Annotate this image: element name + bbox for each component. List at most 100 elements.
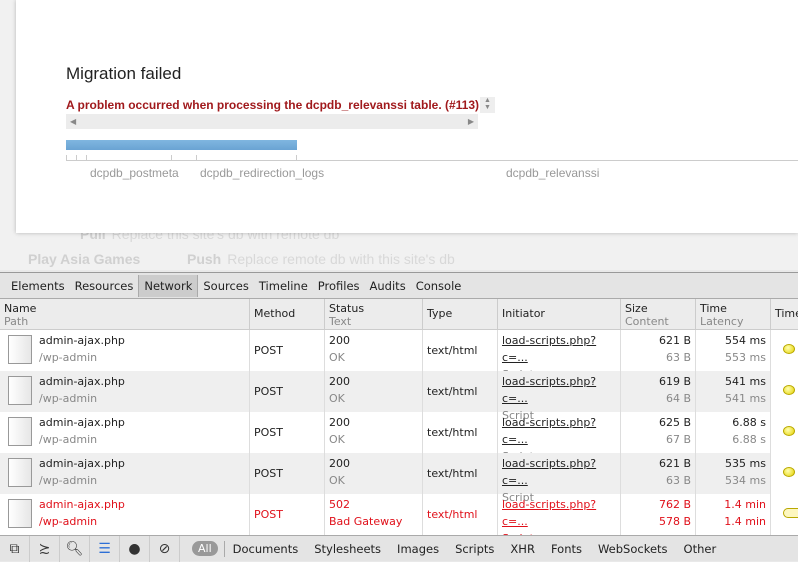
filter-fonts[interactable]: Fonts (543, 542, 590, 556)
col-timeline[interactable]: Time (770, 299, 798, 329)
time-cell: 541 ms 541 ms (695, 371, 770, 412)
table-row[interactable]: admin-ajax.php/wp-admin POST 200 OK text/… (0, 412, 798, 463)
network-status-bar: ⧉ ≿ 🔍︎ ☰ ● ⊘ All Documents Stylesheets Ima… (0, 535, 798, 562)
method-cell: POST (249, 412, 324, 453)
timeline-cell (770, 453, 798, 494)
status-cell: 502 Bad Gateway (324, 494, 422, 535)
status-text: OK (329, 351, 345, 364)
col-status[interactable]: Status Text (324, 299, 422, 329)
type-cell: text/html (422, 330, 497, 371)
name-cell[interactable]: admin-ajax.php/wp-admin (0, 412, 249, 453)
progress-bar (66, 140, 297, 150)
timeline-cell (770, 371, 798, 412)
request-name: admin-ajax.php (39, 375, 125, 388)
timeline-bar (783, 385, 795, 395)
name-cell[interactable]: admin-ajax.php/wp-admin (0, 494, 249, 535)
table-label: dcpdb_relevanssi (506, 166, 600, 180)
size-cell: 762 B 578 B (620, 494, 695, 535)
filter-other[interactable]: Other (676, 542, 725, 556)
initiator-link[interactable]: load-scripts.php?c=... (502, 375, 596, 405)
status-text: Bad Gateway (329, 515, 403, 528)
initiator-link[interactable]: load-scripts.php?c=... (502, 416, 596, 446)
name-cell[interactable]: admin-ajax.php/wp-admin (0, 330, 249, 371)
file-icon (8, 417, 32, 446)
filter-scripts[interactable]: Scripts (447, 542, 502, 556)
request-name: admin-ajax.php (39, 498, 125, 511)
time-cell: 535 ms 534 ms (695, 453, 770, 494)
tab-resources[interactable]: Resources (70, 275, 139, 297)
horizontal-scrollbar[interactable]: ◀ ▶ (66, 114, 478, 129)
tab-network[interactable]: Network (138, 274, 199, 297)
latency: 1.4 min (724, 515, 766, 528)
initiator-cell: load-scripts.php?c=...Script (497, 494, 620, 545)
initiator-cell: load-scripts.php?c=...Script (497, 371, 620, 422)
list-view-icon[interactable]: ☰ (90, 535, 120, 562)
table-row[interactable]: admin-ajax.php/wp-admin POST 200 OK text/… (0, 371, 798, 422)
filter-documents[interactable]: Documents (225, 542, 307, 556)
file-icon (8, 458, 32, 487)
col-time[interactable]: Time Latency (695, 299, 770, 329)
col-type[interactable]: Type (422, 299, 497, 329)
size: 621 B (658, 334, 691, 347)
table-row[interactable]: admin-ajax.php/wp-admin POST 200 OK text/… (0, 330, 798, 381)
initiator-link[interactable]: load-scripts.php?c=... (502, 498, 596, 528)
size: 621 B (658, 457, 691, 470)
status-text: OK (329, 433, 345, 446)
record-icon[interactable]: ● (120, 535, 150, 562)
tab-profiles[interactable]: Profiles (313, 275, 365, 297)
initiator-link[interactable]: load-scripts.php?c=... (502, 334, 596, 364)
dock-icon[interactable]: ⧉ (0, 535, 30, 562)
file-icon (8, 376, 32, 405)
timeline-cell (770, 330, 798, 371)
status-cell: 200 OK (324, 453, 422, 494)
timeline-bar (783, 467, 795, 477)
tab-timeline[interactable]: Timeline (254, 275, 313, 297)
vertical-scroll-arrows[interactable]: ▲ ▼ (480, 97, 495, 113)
name-cell[interactable]: admin-ajax.php/wp-admin (0, 453, 249, 494)
method-cell: POST (249, 371, 324, 412)
filter-websockets[interactable]: WebSockets (590, 542, 676, 556)
tab-console[interactable]: Console (411, 275, 467, 297)
time: 535 ms (725, 457, 766, 470)
tab-audits[interactable]: Audits (365, 275, 411, 297)
table-row[interactable]: admin-ajax.php/wp-admin POST 502 Bad Gate… (0, 494, 798, 545)
status-cell: 200 OK (324, 330, 422, 371)
content-size: 67 B (665, 433, 691, 446)
latency: 534 ms (725, 474, 766, 487)
size: 619 B (658, 375, 691, 388)
filter-stylesheets[interactable]: Stylesheets (306, 542, 389, 556)
type-cell: text/html (422, 453, 497, 494)
size-cell: 625 B 67 B (620, 412, 695, 453)
tab-sources[interactable]: Sources (198, 275, 254, 297)
timeline-bar (783, 508, 798, 518)
status-cell: 200 OK (324, 412, 422, 453)
size: 625 B (658, 416, 691, 429)
col-name[interactable]: Name Path (0, 299, 249, 329)
col-initiator[interactable]: Initiator (497, 299, 620, 329)
migration-modal: Migration failed A problem occurred when… (16, 0, 798, 233)
filter-xhr[interactable]: XHR (502, 542, 543, 556)
tab-elements[interactable]: Elements (6, 275, 70, 297)
initiator-link[interactable]: load-scripts.php?c=... (502, 457, 596, 487)
table-axis (66, 155, 798, 161)
search-icon[interactable]: 🔍︎ (60, 535, 90, 562)
error-message: A problem occurred when processing the d… (66, 98, 480, 112)
timeline-cell (770, 412, 798, 453)
col-size[interactable]: Size Content (620, 299, 695, 329)
filter-images[interactable]: Images (389, 542, 447, 556)
modal-title: Migration failed (66, 64, 182, 83)
name-cell[interactable]: admin-ajax.php/wp-admin (0, 371, 249, 412)
devtools-tabs: Elements Resources Network Sources Timeline P… (0, 273, 798, 299)
console-drawer-icon[interactable]: ≿ (30, 535, 60, 562)
col-method[interactable]: Method (249, 299, 324, 329)
timeline-cell (770, 494, 798, 535)
filter-all[interactable]: All (192, 541, 218, 556)
content-size: 63 B (665, 351, 691, 364)
initiator-cell: load-scripts.php?c=...Script (497, 412, 620, 463)
table-row[interactable]: admin-ajax.php/wp-admin POST 200 OK text/… (0, 453, 798, 504)
request-name: admin-ajax.php (39, 416, 125, 429)
request-path: /wp-admin (39, 515, 98, 528)
status-cell: 200 OK (324, 371, 422, 412)
request-name: admin-ajax.php (39, 457, 125, 470)
clear-icon[interactable]: ⊘ (150, 535, 180, 562)
